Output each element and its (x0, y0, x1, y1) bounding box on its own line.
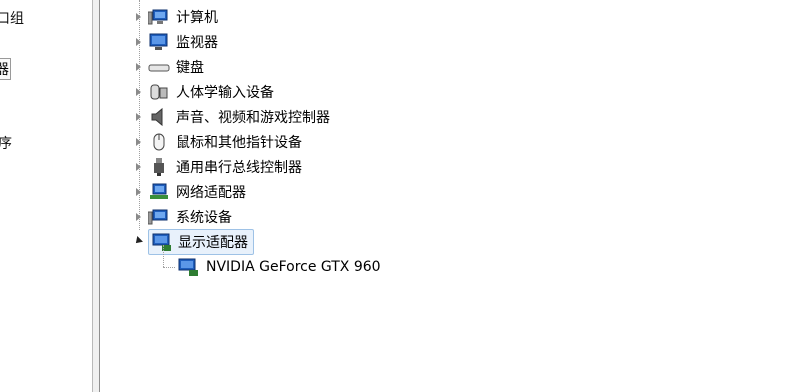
expand-arrow[interactable] (134, 12, 142, 22)
pane-splitter[interactable] (92, 0, 100, 392)
left-pane: 口组 器 序 ： (0, 0, 92, 392)
mouse-icon (148, 132, 170, 152)
expand-arrow[interactable] (134, 162, 142, 172)
speaker-icon (148, 107, 170, 127)
tree-item-usb[interactable]: 通用串行总线控制器 (134, 155, 304, 179)
expand-arrow[interactable] (134, 187, 142, 197)
usb-icon (148, 157, 170, 177)
expand-arrow[interactable] (134, 87, 142, 97)
tree-item-label: 计算机 (176, 10, 218, 26)
tree-item-monitors[interactable]: 监视器 (134, 30, 220, 54)
tree-item-label: 系统设备 (176, 210, 232, 226)
left-pane-text-1: 口组 (0, 11, 24, 27)
left-pane-text-2: 序 (0, 136, 12, 152)
tree-item-sound-video-game[interactable]: 声音、视频和游戏控制器 (134, 105, 332, 129)
left-pane-button[interactable]: 器 (0, 58, 11, 80)
hid-icon (148, 82, 170, 102)
tree-item-label: 监视器 (176, 35, 218, 51)
tree-item-display-adapters[interactable]: 显示适配器 (133, 229, 254, 255)
tree-item-network-adapters[interactable]: 网络适配器 (134, 180, 248, 204)
expand-arrow[interactable] (134, 212, 142, 222)
tree-item-hid[interactable]: 人体学输入设备 (134, 80, 276, 104)
expand-arrow[interactable] (134, 62, 142, 72)
monitor-icon (148, 32, 170, 52)
tree-item-gpu[interactable]: NVIDIA GeForce GTX 960 (178, 255, 383, 279)
keyboard-icon (148, 57, 170, 77)
tree-item-label: 键盘 (176, 60, 204, 76)
expand-arrow[interactable] (134, 137, 142, 147)
tree-item-label: 通用串行总线控制器 (176, 160, 302, 176)
left-pane-text-3: ： (0, 181, 8, 201)
tree-item-label: 声音、视频和游戏控制器 (176, 110, 330, 126)
tree-item-mice[interactable]: 鼠标和其他指针设备 (134, 130, 304, 154)
system-device-icon (147, 207, 170, 227)
tree-item-system-devices[interactable]: 系统设备 (134, 205, 234, 229)
tree-item-label: NVIDIA GeForce GTX 960 (206, 259, 381, 275)
tree-child-guide-line (163, 245, 164, 267)
tree-item-computer[interactable]: 计算机 (134, 5, 220, 29)
tree-item-label: 鼠标和其他指针设备 (176, 135, 302, 151)
tree-child-connector (163, 267, 175, 268)
display-adapter-icon (178, 257, 200, 277)
expand-arrow[interactable] (134, 112, 142, 122)
collapse-arrow[interactable] (133, 236, 143, 246)
tree-item-label: 显示适配器 (178, 235, 248, 251)
computer-icon (147, 7, 170, 27)
display-adapter-icon (152, 232, 172, 252)
device-tree: 计算机 监视器 键盘 人体学输入设备 声音、视频和游戏控制器 鼠标和其他指针设备… (100, 0, 800, 392)
network-adapter-icon (148, 182, 170, 202)
tree-item-label: 网络适配器 (176, 185, 246, 201)
expand-arrow[interactable] (134, 37, 142, 47)
tree-item-label: 人体学输入设备 (176, 85, 274, 101)
tree-item-keyboards[interactable]: 键盘 (134, 55, 206, 79)
